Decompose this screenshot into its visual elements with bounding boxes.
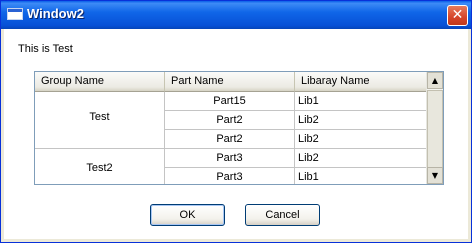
ok-button[interactable]: OK — [150, 204, 225, 226]
data-grid[interactable]: Group Name Part Name Libaray Name Test T… — [34, 71, 444, 185]
group-cell[interactable]: Test — [35, 92, 165, 149]
vertical-scrollbar[interactable]: ▲ ▼ — [426, 72, 443, 184]
scroll-up-icon[interactable]: ▲ — [427, 72, 443, 89]
group-cell[interactable]: Test2 — [35, 149, 165, 184]
window-icon — [7, 8, 23, 20]
column-header-group-name[interactable]: Group Name — [35, 72, 165, 92]
message-label: This is Test — [18, 43, 73, 55]
scroll-down-icon[interactable]: ▼ — [427, 167, 443, 184]
part-name-cell[interactable]: Part2 — [165, 111, 295, 130]
title-bar[interactable]: Window2 ✕ — [1, 1, 471, 29]
column-header-library-name[interactable]: Libaray Name — [295, 72, 427, 92]
library-name-cell[interactable]: Lib2 — [295, 149, 427, 168]
library-name-cell[interactable]: Lib1 — [295, 168, 427, 184]
dialog-body: This is Test Group Name Part Name Libara… — [4, 29, 468, 239]
scroll-thumb[interactable] — [427, 90, 443, 170]
window-title: Window2 — [27, 6, 84, 21]
part-name-cell[interactable]: Part15 — [165, 92, 295, 111]
part-name-cell[interactable]: Part3 — [165, 149, 295, 168]
column-header-part-name[interactable]: Part Name — [165, 72, 295, 92]
close-button[interactable]: ✕ — [447, 5, 468, 26]
part-name-cell[interactable]: Part2 — [165, 130, 295, 149]
library-name-cell[interactable]: Lib2 — [295, 111, 427, 130]
dialog-window: Window2 ✕ This is Test Group Name Part N… — [0, 0, 472, 243]
part-name-cell[interactable]: Part3 — [165, 168, 295, 184]
library-name-cell[interactable]: Lib2 — [295, 130, 427, 149]
cancel-button[interactable]: Cancel — [245, 204, 320, 226]
library-name-cell[interactable]: Lib1 — [295, 92, 427, 111]
